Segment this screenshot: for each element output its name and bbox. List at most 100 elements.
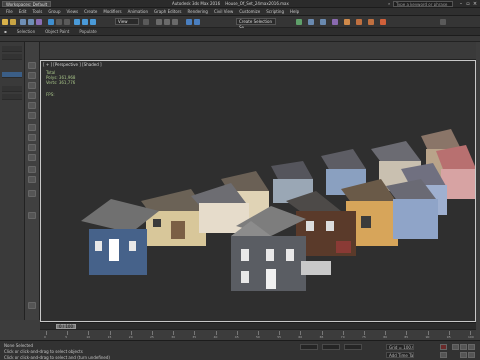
percent-snap-icon[interactable] — [172, 19, 178, 25]
pivot-icon[interactable] — [143, 19, 149, 25]
space-warp-icon[interactable] — [28, 176, 36, 183]
rendered-frame-window-icon[interactable] — [368, 19, 374, 25]
tab-modeling[interactable]: ▪ — [4, 28, 7, 36]
track-tick-label: 50 — [256, 335, 260, 339]
lock-icon[interactable] — [28, 212, 36, 219]
viewport-header-area — [40, 42, 476, 60]
time-slider[interactable]: 0 / 100 — [40, 322, 476, 329]
track-tick-label: 85 — [404, 335, 409, 339]
motion-icon[interactable] — [28, 92, 36, 99]
region-select-icon[interactable] — [64, 19, 70, 25]
menu-edit[interactable]: Edit — [19, 8, 27, 16]
select-link-icon[interactable] — [20, 19, 26, 25]
go-to-start-icon[interactable] — [452, 344, 459, 350]
angle-snap-icon[interactable] — [164, 19, 170, 25]
auto-key-button[interactable] — [440, 344, 447, 350]
bind-space-warp-icon[interactable] — [36, 19, 42, 25]
explorer-row[interactable] — [2, 86, 22, 92]
light-icon[interactable] — [28, 124, 36, 131]
menu-create[interactable]: Create — [84, 8, 97, 16]
perspective-viewport[interactable]: [ + ] [Perspective ] [Shaded ] Total Pol… — [40, 60, 476, 322]
helper-icon[interactable] — [28, 144, 36, 151]
go-to-end-icon[interactable] — [468, 344, 475, 350]
add-time-tag-button[interactable]: Add Time Tag — [386, 352, 414, 358]
material-editor-icon[interactable] — [344, 19, 350, 25]
curve-editor-icon[interactable] — [320, 19, 326, 25]
render-setup-icon[interactable] — [356, 19, 362, 25]
explorer-row[interactable] — [2, 94, 22, 100]
named-selection-set-dropdown[interactable]: Create Selection Se — [236, 18, 276, 30]
camera-icon[interactable] — [28, 134, 36, 141]
track-tick-label: 55 — [277, 335, 282, 339]
menu-scripting[interactable]: Scripting — [266, 8, 284, 16]
snap-icon[interactable] — [156, 19, 162, 25]
redo-icon[interactable] — [10, 19, 16, 25]
layer-manager-icon[interactable] — [296, 19, 302, 25]
file-name: House_Of_Set_24max2016.max — [225, 1, 289, 6]
hierarchy-icon[interactable] — [28, 82, 36, 89]
x-coordinate-field[interactable] — [300, 344, 318, 350]
undo-icon[interactable] — [2, 19, 8, 25]
schematic-view-icon[interactable] — [332, 19, 338, 25]
select-object-icon[interactable] — [48, 19, 54, 25]
scene-explorer-panel — [0, 42, 25, 320]
command-panel — [25, 42, 40, 320]
menu-customize[interactable]: Customize — [239, 8, 260, 16]
track-bar[interactable]: 0 5 10 15 20 25 30 35 40 45 50 55 60 65 70 75 80 85 90 95 10… — [40, 329, 476, 340]
z-coordinate-field[interactable] — [344, 344, 362, 350]
explorer-row[interactable] — [2, 54, 22, 60]
orbit-icon[interactable] — [468, 352, 475, 358]
track-tick — [46, 331, 47, 335]
search-input[interactable]: Type a keyword or phrase — [393, 1, 453, 7]
select-by-name-icon[interactable] — [56, 19, 62, 25]
unlink-icon[interactable] — [28, 19, 34, 25]
rotate-icon[interactable] — [82, 19, 88, 25]
menu-modifiers[interactable]: Modifiers — [103, 8, 121, 16]
maximize-icon[interactable]: ▫ — [465, 1, 471, 7]
menu-graph-editors[interactable]: Graph Editors — [154, 8, 181, 16]
systems-icon[interactable] — [28, 190, 36, 197]
track-tick-label: 10 — [86, 335, 91, 339]
track-tick-label: 0 — [44, 335, 46, 339]
tab-populate[interactable]: Populate — [79, 28, 96, 36]
menu-file[interactable]: File — [6, 8, 13, 16]
menu-rendering[interactable]: Rendering — [188, 8, 208, 16]
geometry-icon[interactable] — [28, 166, 36, 173]
y-coordinate-field[interactable] — [322, 344, 340, 350]
explorer-row[interactable] — [2, 46, 22, 52]
menu-group[interactable]: Group — [48, 8, 60, 16]
window-title: Autodesk 3ds Max 2016 House_Of_Set_24max… — [172, 1, 289, 7]
workspace-label[interactable]: Workspaces: Default — [2, 1, 52, 7]
maxscript-icon[interactable] — [28, 302, 36, 309]
toolbar-overflow-icon[interactable] — [440, 19, 446, 25]
play-icon[interactable] — [460, 344, 467, 350]
graphite-toggle-icon[interactable] — [308, 19, 314, 25]
minimize-icon[interactable]: – — [458, 1, 464, 7]
menu-bar: File Edit Tools Group Views Create Modif… — [0, 8, 480, 16]
menu-tools[interactable]: Tools — [32, 8, 42, 16]
display-icon[interactable] — [28, 102, 36, 109]
align-icon[interactable] — [194, 19, 200, 25]
menu-help[interactable]: Help — [290, 8, 299, 16]
scale-icon[interactable] — [90, 19, 96, 25]
explorer-row-selected[interactable] — [2, 72, 22, 78]
menu-civil-view[interactable]: Civil View — [214, 8, 233, 16]
tab-object-paint[interactable]: Object Paint — [45, 28, 69, 36]
render-production-icon[interactable] — [380, 19, 386, 25]
tab-selection[interactable]: Selection — [17, 28, 35, 36]
reference-coordinate-dropdown[interactable]: View — [115, 18, 139, 25]
track-tick-label: 95 — [446, 335, 451, 339]
status-bar: None Selected Click or click-and-drag to… — [0, 340, 480, 360]
create-icon[interactable] — [28, 62, 36, 69]
move-icon[interactable] — [74, 19, 80, 25]
set-key-button[interactable] — [440, 352, 447, 358]
menu-views[interactable]: Views — [67, 8, 79, 16]
mirror-icon[interactable] — [186, 19, 192, 25]
menu-animation[interactable]: Animation — [128, 8, 148, 16]
close-icon[interactable]: × — [472, 1, 478, 7]
shape-icon[interactable] — [28, 154, 36, 161]
zoom-extents-icon[interactable] — [460, 352, 467, 358]
modify-icon[interactable] — [28, 72, 36, 79]
workspace-selector[interactable]: Workspaces: Default — [2, 1, 52, 7]
utilities-icon[interactable] — [28, 112, 36, 119]
